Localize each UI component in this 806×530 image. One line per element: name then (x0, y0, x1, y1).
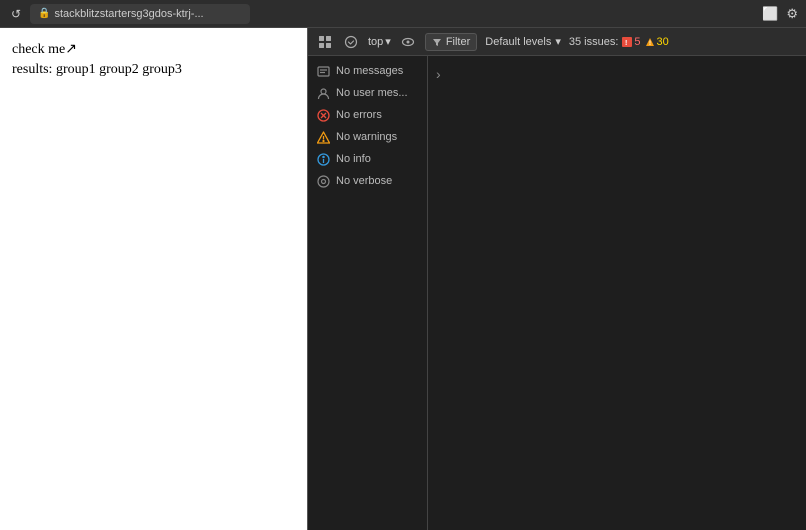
browser-preview: check me↗ results: group1 group2 group3 (0, 28, 308, 530)
browser-line-1: check me↗ (12, 40, 295, 60)
filter-errors[interactable]: No errors (308, 104, 427, 126)
user-messages-label: No user mes... (336, 87, 408, 99)
filter-warnings[interactable]: No warnings (308, 126, 427, 148)
url-text: stackblitzstartersg3gdos-ktrj-... (54, 8, 203, 20)
error-icon (316, 108, 330, 122)
circle-check-icon[interactable] (342, 33, 360, 51)
error-badge: ! 5 (622, 36, 640, 48)
filter-user-messages[interactable]: No user mes... (308, 82, 427, 104)
levels-button[interactable]: Default levels ▾ (485, 35, 561, 48)
messages-icon (316, 64, 330, 78)
filter-button[interactable]: Filter (425, 33, 477, 51)
devtools-right-panel: › (428, 56, 806, 530)
warnings-label: No warnings (336, 131, 397, 143)
verbose-label: No verbose (336, 175, 392, 187)
messages-label: No messages (336, 65, 403, 77)
filter-info[interactable]: No info (308, 148, 427, 170)
open-tab-icon[interactable]: ⬜ (762, 6, 778, 22)
devtools-topbar: top ▾ Filter Default levels ▾ 35 is (308, 28, 806, 56)
level-selector[interactable]: top ▾ (368, 35, 391, 48)
expand-icon[interactable]: › (436, 66, 441, 82)
filter-messages[interactable]: No messages (308, 60, 427, 82)
warning-badge: ! 30 (645, 36, 669, 48)
svg-text:!: ! (625, 40, 627, 47)
devtools-body: No messages No user mes... (308, 56, 806, 530)
eye-icon[interactable] (399, 33, 417, 51)
info-icon (316, 152, 330, 166)
console-filter-panel: No messages No user mes... (308, 56, 428, 530)
lock-icon: 🔒 (38, 8, 50, 19)
warning-icon (316, 130, 330, 144)
refresh-button[interactable]: ↺ (8, 6, 24, 22)
verbose-icon (316, 174, 330, 188)
devtools-panel: top ▾ Filter Default levels ▾ 35 is (308, 28, 806, 530)
url-bar[interactable]: 🔒 stackblitzstartersg3gdos-ktrj-... (30, 4, 250, 24)
grid-icon[interactable] (316, 33, 334, 51)
browser-content: check me↗ results: group1 group2 group3 (0, 28, 307, 91)
info-label: No info (336, 153, 371, 165)
issues-count[interactable]: 35 issues: ! 5 ! 30 (569, 36, 669, 48)
settings-icon[interactable]: ⚙ (786, 6, 798, 22)
browser-toolbar: ↺ 🔒 stackblitzstartersg3gdos-ktrj-... ⬜ … (0, 0, 806, 28)
toolbar-right-actions: ⬜ ⚙ (762, 6, 798, 22)
browser-line-2: results: group1 group2 group3 (12, 60, 295, 80)
main-area: check me↗ results: group1 group2 group3 (0, 28, 806, 530)
svg-text:!: ! (649, 41, 651, 47)
user-icon (316, 86, 330, 100)
filter-verbose[interactable]: No verbose (308, 170, 427, 192)
errors-label: No errors (336, 109, 382, 121)
